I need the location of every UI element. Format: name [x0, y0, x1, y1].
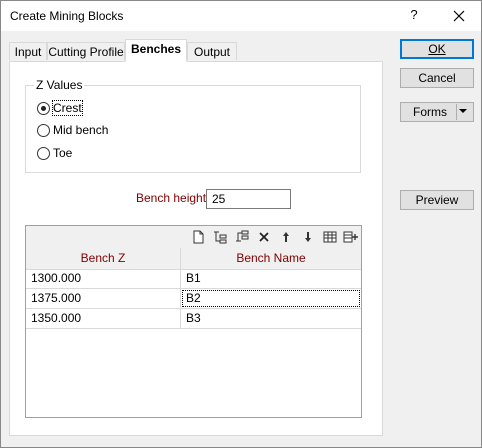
window-title: Create Mining Blocks [10, 9, 124, 23]
table-row[interactable]: 1300.000 B1 [26, 269, 361, 289]
table-row[interactable]: 1350.000 B3 [26, 309, 361, 329]
radio-toe-circle[interactable] [37, 147, 50, 160]
cancel-button[interactable]: Cancel [400, 68, 474, 88]
forms-split-divider [456, 104, 457, 120]
radio-crest-label: Crest [52, 100, 83, 116]
radio-mid-bench-circle[interactable] [37, 124, 50, 137]
add-column-icon[interactable] [343, 229, 359, 245]
table-row[interactable]: 1375.000 B2 [26, 289, 361, 309]
help-button[interactable]: ? [404, 7, 424, 25]
insert-rows-icon[interactable] [234, 229, 250, 245]
close-button[interactable] [447, 6, 471, 26]
radio-toe-label: Toe [53, 146, 73, 160]
bench-height-label: Bench height [136, 191, 207, 205]
radio-crest-circle[interactable] [37, 102, 50, 115]
move-up-icon[interactable] [278, 229, 294, 245]
radio-mid-bench-label: Mid bench [53, 123, 109, 137]
title-bar: Create Mining Blocks ? [1, 1, 481, 31]
cell-bench-name[interactable]: B1 [181, 269, 361, 288]
cell-bench-name[interactable]: B2 [181, 289, 361, 308]
chevron-down-icon[interactable] [459, 109, 467, 113]
z-values-legend: Z Values [34, 78, 85, 92]
grid-toolbar [26, 226, 361, 249]
column-header-bench-z[interactable]: Bench Z [26, 248, 181, 269]
column-header-bench-name[interactable]: Bench Name [181, 248, 361, 269]
cell-bench-z[interactable]: 1375.000 [26, 289, 181, 308]
tab-benches[interactable]: Benches [125, 39, 187, 62]
grid-header: Bench Z Bench Name [26, 248, 361, 270]
preview-button-label: Preview [415, 193, 459, 207]
tab-input[interactable]: Input [9, 42, 47, 60]
close-icon [453, 10, 465, 22]
new-row-icon[interactable] [190, 229, 206, 245]
insert-row-icon[interactable] [212, 229, 228, 245]
create-mining-blocks-dialog: Create Mining Blocks ? Input Cutting Pro… [0, 0, 482, 448]
cell-bench-z[interactable]: 1350.000 [26, 309, 181, 328]
cell-bench-z[interactable]: 1300.000 [26, 269, 181, 288]
ok-button-label: OK [428, 42, 446, 56]
move-down-icon[interactable] [300, 229, 316, 245]
preview-button[interactable]: Preview [400, 190, 474, 210]
delete-row-icon[interactable] [256, 229, 272, 245]
bench-height-input[interactable] [206, 189, 291, 209]
cell-bench-name[interactable]: B3 [181, 309, 361, 328]
cancel-button-label: Cancel [418, 71, 456, 85]
tab-cutting-profile[interactable]: Cutting Profile [47, 42, 125, 60]
forms-button-label: Forms [413, 105, 447, 119]
ok-button[interactable]: OK [400, 39, 474, 59]
benches-grid: Bench Z Bench Name 1300.000 B1 1375.000 … [25, 225, 362, 418]
tab-output[interactable]: Output [187, 42, 237, 60]
table-editor-icon[interactable] [322, 229, 338, 245]
